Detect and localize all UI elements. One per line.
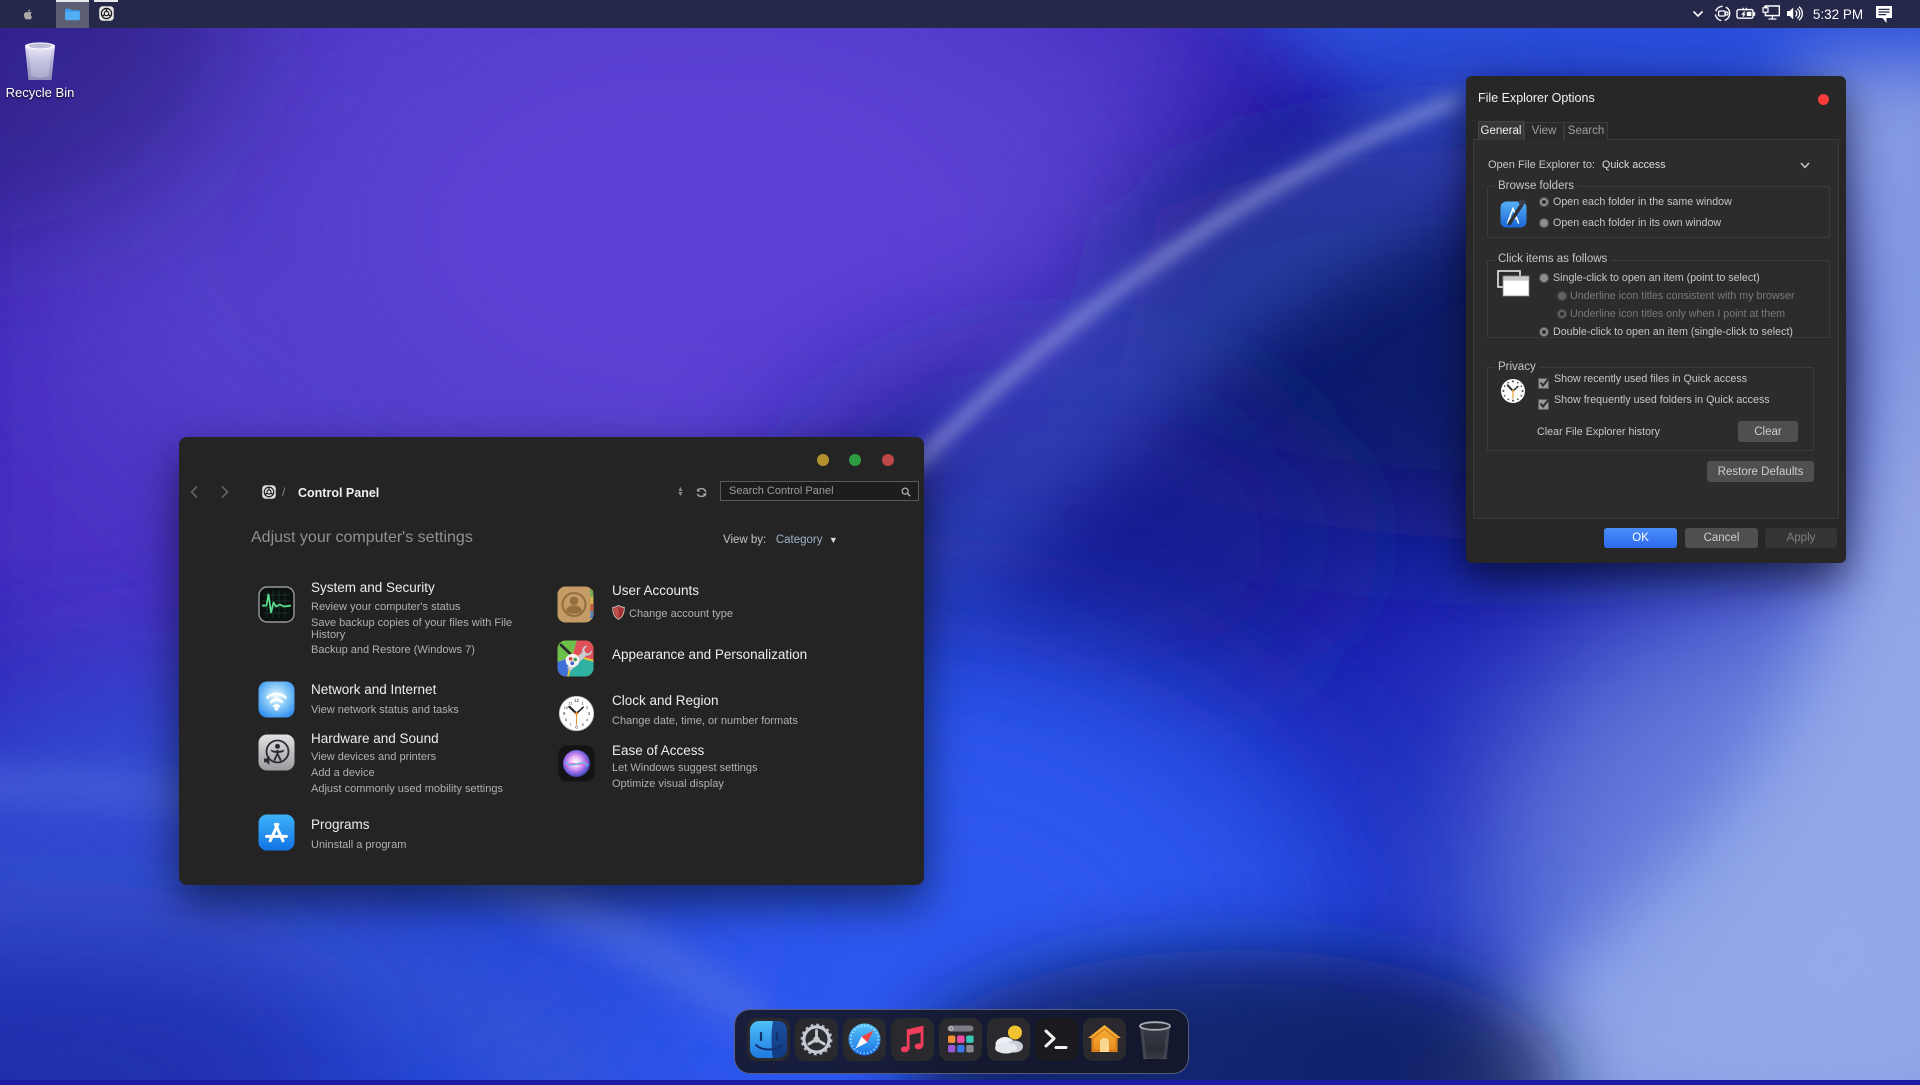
svg-text:3: 3: [588, 711, 591, 716]
svg-text:6: 6: [575, 724, 578, 729]
svg-text:10: 10: [564, 705, 569, 710]
svg-text:9: 9: [563, 711, 566, 716]
svg-text:12: 12: [574, 698, 580, 703]
